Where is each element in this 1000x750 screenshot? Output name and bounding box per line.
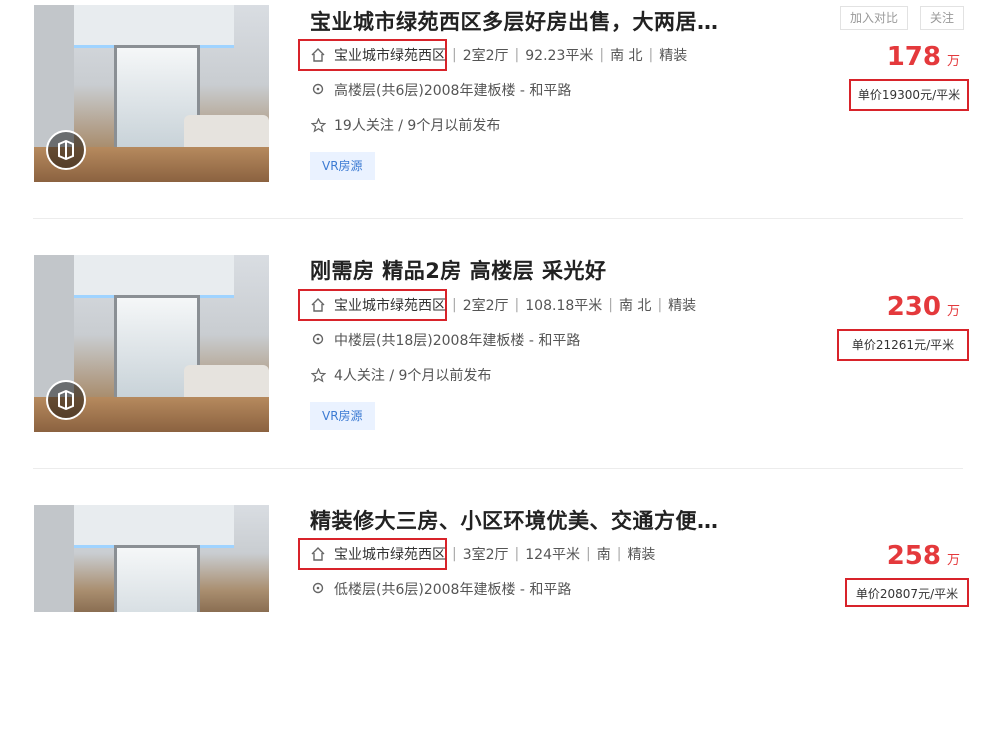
area: 108.18平米 bbox=[525, 298, 603, 314]
house-info: 宝业城市绿苑西区 | 3室2厅 | 124平米 | 南 | 精装 bbox=[310, 543, 655, 565]
area: 92.23平米 bbox=[525, 48, 594, 64]
price-unit: 万 bbox=[946, 553, 960, 568]
unit-price: 单价19300元/平米 bbox=[849, 79, 969, 111]
house-icon bbox=[310, 297, 326, 313]
star-icon bbox=[310, 367, 326, 383]
house-info: 宝业城市绿苑西区 | 2室2厅 | 92.23平米 | 南 北 | 精装 bbox=[310, 44, 687, 66]
decoration: 精装 bbox=[627, 547, 656, 563]
total-price: 178 万 bbox=[887, 42, 960, 72]
vr-tag: VR房源 bbox=[310, 402, 375, 430]
divider bbox=[33, 468, 963, 469]
listing-card: 宝业城市绿苑西区多层好房出售，大两居… 宝业城市绿苑西区 | 2室2厅 | 92.2… bbox=[0, 0, 1000, 250]
unit-price: 单价20807元/平米 bbox=[845, 578, 969, 607]
decoration: 精装 bbox=[659, 48, 688, 64]
follow-info-row: 4人关注 / 9个月以前发布 bbox=[310, 364, 491, 386]
price-value: 230 bbox=[886, 292, 941, 322]
price-unit: 万 bbox=[946, 54, 960, 69]
listing-photo[interactable] bbox=[34, 255, 269, 432]
map-pin-icon bbox=[310, 332, 326, 348]
vr-cube-icon[interactable] bbox=[46, 130, 86, 170]
follow-info: 19人关注 / 9个月以前发布 bbox=[334, 118, 501, 134]
follow-info: 4人关注 / 9个月以前发布 bbox=[334, 368, 492, 384]
map-pin-icon bbox=[310, 82, 326, 98]
price-value: 178 bbox=[886, 42, 941, 72]
vr-cube-icon[interactable] bbox=[46, 380, 86, 420]
house-icon bbox=[310, 47, 326, 63]
unit-price: 单价21261元/平米 bbox=[837, 329, 969, 361]
layout: 2室2厅 bbox=[462, 298, 509, 314]
total-price: 258 万 bbox=[887, 541, 960, 571]
house-info: 宝业城市绿苑西区 | 2室2厅 | 108.18平米 | 南 北 | 精装 bbox=[310, 294, 696, 316]
community-link[interactable]: 宝业城市绿苑西区 bbox=[334, 544, 446, 564]
price-unit: 万 bbox=[946, 304, 960, 319]
orientation: 南 bbox=[596, 547, 611, 563]
position-info: 中楼层(共18层)2008年建板楼 - 和平路 bbox=[310, 329, 580, 351]
listing-title[interactable]: 精装修大三房、小区环境优美、交通方便… bbox=[310, 505, 719, 535]
map-pin-icon bbox=[310, 581, 326, 597]
house-icon bbox=[310, 546, 326, 562]
floor-info[interactable]: 高楼层(共6层)2008年建板楼 - 和平路 bbox=[334, 80, 571, 100]
price-value: 258 bbox=[886, 541, 941, 571]
decoration: 精装 bbox=[668, 298, 697, 314]
orientation: 南 北 bbox=[618, 298, 652, 314]
total-price: 230 万 bbox=[887, 292, 960, 322]
floor-info[interactable]: 低楼层(共6层)2008年建板楼 - 和平路 bbox=[334, 579, 571, 599]
listing-photo[interactable] bbox=[34, 5, 269, 182]
follow-info-row: 19人关注 / 9个月以前发布 bbox=[310, 114, 500, 136]
area: 124平米 bbox=[525, 547, 580, 563]
divider bbox=[33, 218, 963, 219]
layout: 3室2厅 bbox=[462, 547, 509, 563]
listing-title[interactable]: 宝业城市绿苑西区多层好房出售，大两居… bbox=[310, 6, 719, 36]
listing-photo[interactable] bbox=[34, 505, 269, 612]
community-link[interactable]: 宝业城市绿苑西区 bbox=[334, 295, 446, 315]
floor-info[interactable]: 中楼层(共18层)2008年建板楼 - 和平路 bbox=[334, 330, 580, 350]
listing-card: 精装修大三房、小区环境优美、交通方便… 宝业城市绿苑西区 | 3室2厅 | 124平… bbox=[0, 500, 1000, 750]
position-info: 高楼层(共6层)2008年建板楼 - 和平路 bbox=[310, 79, 571, 101]
position-info: 低楼层(共6层)2008年建板楼 - 和平路 bbox=[310, 578, 571, 600]
orientation: 南 北 bbox=[610, 48, 643, 64]
community-link[interactable]: 宝业城市绿苑西区 bbox=[334, 45, 446, 65]
listing-title[interactable]: 刚需房 精品2房 高楼层 采光好 bbox=[310, 255, 607, 285]
listing-card: 刚需房 精品2房 高楼层 采光好 宝业城市绿苑西区 | 2室2厅 | 108.18平… bbox=[0, 250, 1000, 500]
vr-tag: VR房源 bbox=[310, 152, 375, 180]
star-icon bbox=[310, 117, 326, 133]
layout: 2室2厅 bbox=[462, 48, 509, 64]
